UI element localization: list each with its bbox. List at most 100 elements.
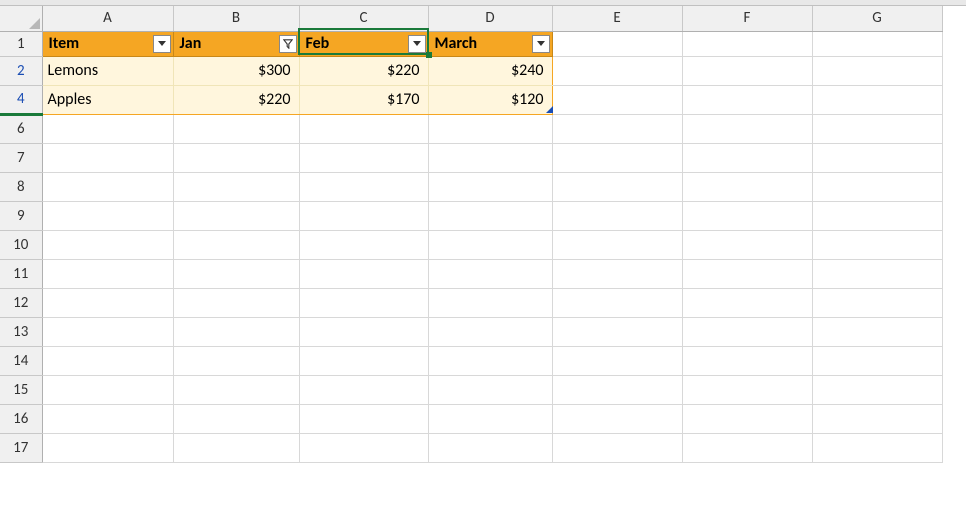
filter-button-item[interactable] — [153, 35, 171, 53]
cell-B10[interactable] — [173, 230, 299, 259]
cell-F10[interactable] — [682, 230, 812, 259]
cell-B12[interactable] — [173, 288, 299, 317]
cell-C10[interactable] — [299, 230, 428, 259]
cell-E14[interactable] — [552, 346, 682, 375]
column-header-C[interactable]: C — [299, 6, 428, 31]
cell-F16[interactable] — [682, 404, 812, 433]
cell-F15[interactable] — [682, 375, 812, 404]
cell-B2[interactable]: $300 — [173, 56, 299, 85]
cell-C2[interactable]: $220 — [299, 56, 428, 85]
cell-D14[interactable] — [428, 346, 552, 375]
cell-C4[interactable]: $170 — [299, 85, 428, 114]
cell-E16[interactable] — [552, 404, 682, 433]
cell-A17[interactable] — [42, 433, 173, 462]
cell-G4[interactable] — [812, 85, 942, 114]
cell-F14[interactable] — [682, 346, 812, 375]
fill-handle[interactable] — [426, 52, 432, 58]
cell-G14[interactable] — [812, 346, 942, 375]
cell-F13[interactable] — [682, 317, 812, 346]
cell-A8[interactable] — [42, 172, 173, 201]
cell-F2[interactable] — [682, 56, 812, 85]
cell-D9[interactable] — [428, 201, 552, 230]
cell-A11[interactable] — [42, 259, 173, 288]
column-header-D[interactable]: D — [428, 6, 552, 31]
cell-C13[interactable] — [299, 317, 428, 346]
cell-G1[interactable] — [812, 31, 942, 56]
cell-C17[interactable] — [299, 433, 428, 462]
cell-C6[interactable] — [299, 114, 428, 143]
cell-A16[interactable] — [42, 404, 173, 433]
cell-D17[interactable] — [428, 433, 552, 462]
cell-G13[interactable] — [812, 317, 942, 346]
column-header-E[interactable]: E — [552, 6, 682, 31]
cell-G17[interactable] — [812, 433, 942, 462]
row-header-6[interactable]: 6 — [0, 114, 42, 143]
cell-A7[interactable] — [42, 143, 173, 172]
cell-A2[interactable]: Lemons — [42, 56, 173, 85]
cell-C9[interactable] — [299, 201, 428, 230]
cell-E17[interactable] — [552, 433, 682, 462]
cell-C8[interactable] — [299, 172, 428, 201]
spreadsheet-grid[interactable]: A B C D E F G 1 Item Jan — [0, 6, 966, 463]
column-header-A[interactable]: A — [42, 6, 173, 31]
row-header-14[interactable]: 14 — [0, 346, 42, 375]
row-header-12[interactable]: 12 — [0, 288, 42, 317]
cell-E2[interactable] — [552, 56, 682, 85]
cell-B16[interactable] — [173, 404, 299, 433]
row-header-10[interactable]: 10 — [0, 230, 42, 259]
cell-G10[interactable] — [812, 230, 942, 259]
cell-F9[interactable] — [682, 201, 812, 230]
cell-B14[interactable] — [173, 346, 299, 375]
cell-G15[interactable] — [812, 375, 942, 404]
cell-E15[interactable] — [552, 375, 682, 404]
cell-A13[interactable] — [42, 317, 173, 346]
cell-A4[interactable]: Apples — [42, 85, 173, 114]
row-header-17[interactable]: 17 — [0, 433, 42, 462]
cell-D16[interactable] — [428, 404, 552, 433]
row-header-8[interactable]: 8 — [0, 172, 42, 201]
cell-B4[interactable]: $220 — [173, 85, 299, 114]
cell-B11[interactable] — [173, 259, 299, 288]
row-header-15[interactable]: 15 — [0, 375, 42, 404]
cell-D12[interactable] — [428, 288, 552, 317]
cell-E8[interactable] — [552, 172, 682, 201]
cell-C11[interactable] — [299, 259, 428, 288]
cell-D4[interactable]: $120 — [428, 85, 552, 114]
cell-F12[interactable] — [682, 288, 812, 317]
cell-F4[interactable] — [682, 85, 812, 114]
row-header-1[interactable]: 1 — [0, 31, 42, 56]
cell-A10[interactable] — [42, 230, 173, 259]
cell-E11[interactable] — [552, 259, 682, 288]
cell-G6[interactable] — [812, 114, 942, 143]
cell-A14[interactable] — [42, 346, 173, 375]
table-header-item[interactable]: Item — [42, 31, 173, 56]
cell-D10[interactable] — [428, 230, 552, 259]
cell-B9[interactable] — [173, 201, 299, 230]
cell-G16[interactable] — [812, 404, 942, 433]
filter-button-march[interactable] — [532, 35, 550, 53]
cell-C12[interactable] — [299, 288, 428, 317]
cell-D11[interactable] — [428, 259, 552, 288]
table-header-jan[interactable]: Jan — [173, 31, 299, 56]
cell-F8[interactable] — [682, 172, 812, 201]
cell-E1[interactable] — [552, 31, 682, 56]
row-header-7[interactable]: 7 — [0, 143, 42, 172]
select-all-corner[interactable] — [0, 6, 42, 31]
cell-D13[interactable] — [428, 317, 552, 346]
cell-B13[interactable] — [173, 317, 299, 346]
cell-G7[interactable] — [812, 143, 942, 172]
cell-C15[interactable] — [299, 375, 428, 404]
cell-E4[interactable] — [552, 85, 682, 114]
cell-A6[interactable] — [42, 114, 173, 143]
cell-B6[interactable] — [173, 114, 299, 143]
cell-F1[interactable] — [682, 31, 812, 56]
row-header-16[interactable]: 16 — [0, 404, 42, 433]
cell-E10[interactable] — [552, 230, 682, 259]
cell-A15[interactable] — [42, 375, 173, 404]
cell-B7[interactable] — [173, 143, 299, 172]
cell-G2[interactable] — [812, 56, 942, 85]
cell-E9[interactable] — [552, 201, 682, 230]
column-header-G[interactable]: G — [812, 6, 942, 31]
cell-E13[interactable] — [552, 317, 682, 346]
filter-button-jan[interactable] — [279, 35, 297, 53]
